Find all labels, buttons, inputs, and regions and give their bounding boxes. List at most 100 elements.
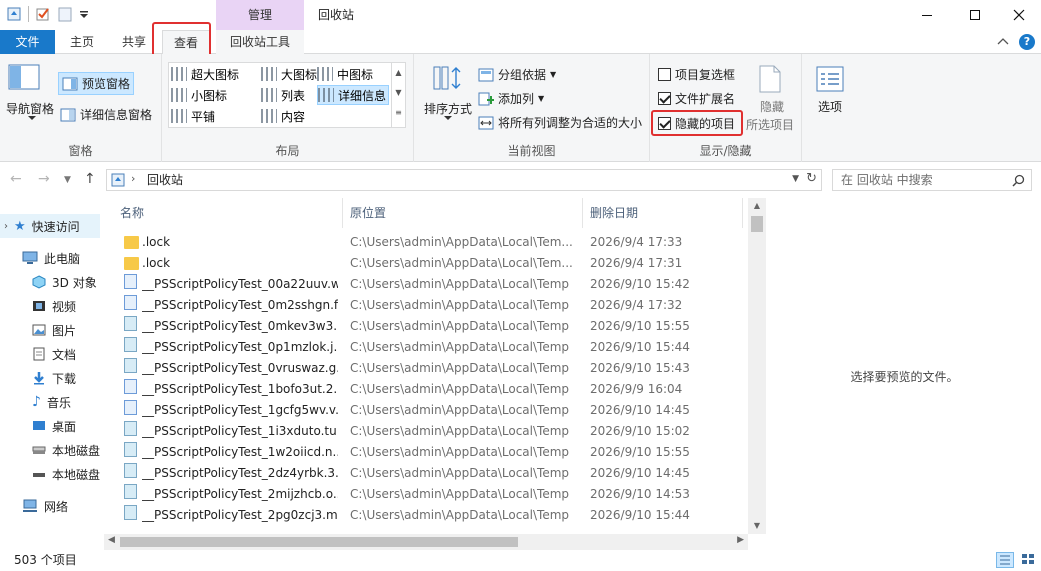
details-pane-button[interactable]: 详细信息窗格	[60, 106, 152, 123]
forward-arrow-icon[interactable]: →	[38, 171, 50, 187]
search-icon[interactable]	[1012, 174, 1025, 187]
file-extensions-checkbox[interactable]	[658, 92, 671, 105]
table-row[interactable]: .lock C:\Users\admin\AppData\Local\Tem...…	[104, 253, 749, 274]
sidebar-item-downloads[interactable]: 下载	[32, 366, 76, 390]
scroll-up-icon[interactable]: ▲	[748, 198, 766, 214]
minimize-button[interactable]	[904, 0, 950, 30]
sidebar-item-pictures[interactable]: 图片	[32, 318, 76, 342]
sidebar-item-music[interactable]: ♪ 音乐	[32, 390, 71, 414]
preview-pane-button[interactable]: 预览窗格	[58, 72, 135, 95]
tab-home[interactable]: 主页	[60, 30, 104, 54]
sidebar-item-network[interactable]: 网络	[22, 494, 68, 518]
table-row[interactable]: __PSScriptPolicyTest_0mkev3w3.... C:\User…	[104, 316, 749, 337]
table-row[interactable]: __PSScriptPolicyTest_00a22uuv.ws... C:\Us…	[104, 274, 749, 295]
add-column-button[interactable]: 添加列 ▼	[478, 90, 544, 107]
item-checkboxes-checkbox[interactable]	[658, 68, 671, 81]
sidebar-item-this-pc[interactable]: 此电脑	[22, 246, 80, 270]
nav-pane-dropdown-icon[interactable]	[28, 116, 36, 121]
horizontal-scrollbar[interactable]: ◀ ▶	[104, 534, 748, 550]
help-icon[interactable]: ?	[1019, 34, 1035, 50]
layout-large-icons[interactable]: 大图标	[261, 64, 317, 84]
recycle-bin-icon[interactable]	[6, 6, 22, 22]
layout-content[interactable]: 内容	[261, 106, 305, 126]
file-original-location: C:\Users\admin\AppData\Local\Temp	[350, 466, 570, 480]
file-deleted-date: 2026/9/10 15:55	[590, 445, 690, 459]
column-header-deleted-date[interactable]: 删除日期	[590, 198, 740, 228]
sidebar-item-3d-objects[interactable]: 3D 对象	[32, 270, 97, 294]
address-bar[interactable]: › 回收站 ▼ ↻	[106, 169, 822, 191]
breadcrumb-chevron-icon[interactable]: ›	[131, 172, 135, 185]
sort-by-icon[interactable]	[432, 64, 464, 92]
column-header-original-location[interactable]: 原位置	[350, 198, 578, 228]
table-row[interactable]: __PSScriptPolicyTest_0m2sshgn.f... C:\Use…	[104, 295, 749, 316]
address-dropdown-icon[interactable]: ▼	[792, 174, 799, 184]
layout-list[interactable]: 列表	[261, 85, 305, 105]
chevron-down-icon[interactable]: ▼	[392, 83, 405, 103]
collapse-ribbon-icon[interactable]	[997, 37, 1009, 47]
table-row[interactable]: __PSScriptPolicyTest_1gcfg5wv.v... C:\Use…	[104, 400, 749, 421]
layout-tiles[interactable]: 平铺	[171, 106, 215, 126]
scroll-right-icon[interactable]: ▶	[737, 535, 744, 545]
refresh-icon[interactable]: ↻	[806, 171, 817, 186]
options-label[interactable]: 选项	[808, 98, 852, 115]
table-row[interactable]: __PSScriptPolicyTest_1bofo3ut.2... C:\Use…	[104, 379, 749, 400]
table-row[interactable]: .lock C:\Users\admin\AppData\Local\Tem...…	[104, 232, 749, 253]
layout-extra-large-icons[interactable]: 超大图标	[171, 64, 239, 84]
layout-small-icons[interactable]: 小图标	[171, 85, 227, 105]
maximize-button[interactable]	[952, 0, 998, 30]
search-input[interactable]: 在 回收站 中搜索	[841, 170, 933, 190]
sort-by-label[interactable]: 排序方式	[418, 100, 478, 117]
options-icon[interactable]	[816, 66, 844, 92]
layout-details[interactable]: 详细信息	[317, 85, 390, 105]
tab-recycle-bin-tools[interactable]: 回收站工具	[216, 30, 304, 54]
vertical-scrollbar[interactable]: ▲ ▼	[748, 198, 766, 534]
group-by-button[interactable]: 分组依据 ▼	[478, 66, 556, 83]
new-folder-icon[interactable]	[57, 6, 73, 22]
expand-chevron-icon[interactable]: ›	[4, 221, 8, 232]
close-button[interactable]	[996, 0, 1041, 30]
column-divider[interactable]	[742, 198, 743, 228]
file-extensions-option[interactable]: 文件扩展名	[658, 90, 735, 107]
tab-file[interactable]: 文件	[0, 30, 55, 54]
chevron-up-icon[interactable]: ▲	[392, 63, 405, 83]
table-row[interactable]: __PSScriptPolicyTest_0p1mzlok.j... C:\Use…	[104, 337, 749, 358]
file-list: ⌃ 名称 原位置 删除日期 .lock C:\Users\admin\AppDat…	[104, 198, 768, 550]
breadcrumb[interactable]: 回收站	[147, 170, 183, 190]
sidebar-item-desktop[interactable]: 桌面	[32, 414, 76, 438]
nav-pane-button[interactable]	[8, 64, 40, 90]
layout-gallery-scroll[interactable]: ▲ ▼ ≡	[391, 63, 405, 127]
scroll-left-icon[interactable]: ◀	[108, 535, 115, 545]
sidebar-item-quick-access[interactable]: › ★ 快速访问	[0, 214, 100, 238]
sort-dropdown-icon[interactable]	[444, 116, 452, 121]
sidebar-item-videos[interactable]: 视频	[32, 294, 76, 318]
sidebar-item-local-disk-2[interactable]: 本地磁盘	[32, 462, 100, 486]
horizontal-scroll-thumb[interactable]	[120, 537, 518, 547]
column-header-name[interactable]: 名称	[120, 198, 340, 228]
fit-columns-button[interactable]: 将所有列调整为合适的大小	[478, 114, 642, 131]
properties-icon[interactable]	[35, 6, 51, 22]
up-arrow-icon[interactable]: ↑	[84, 171, 96, 187]
table-row[interactable]: __PSScriptPolicyTest_2dz4yrbk.3... C:\Use…	[104, 463, 749, 484]
layout-medium-icons[interactable]: 中图标	[317, 64, 373, 84]
table-row[interactable]: __PSScriptPolicyTest_0vruswaz.g... C:\Use…	[104, 358, 749, 379]
scroll-down-icon[interactable]: ▼	[748, 518, 766, 534]
customize-toolbar-icon[interactable]	[79, 6, 95, 22]
table-row[interactable]: __PSScriptPolicyTest_1i3xduto.tu... C:\Us…	[104, 421, 749, 442]
column-divider[interactable]	[342, 198, 343, 228]
details-view-button[interactable]	[996, 552, 1014, 568]
table-row[interactable]: __PSScriptPolicyTest_1w2oiicd.n... C:\Use…	[104, 442, 749, 463]
back-arrow-icon[interactable]: ←	[10, 171, 22, 187]
table-row[interactable]: __PSScriptPolicyTest_2pg0zcj3.m... C:\Use…	[104, 505, 749, 526]
item-checkboxes-option[interactable]: 项目复选框	[658, 66, 735, 83]
large-icons-view-button[interactable]	[1020, 552, 1038, 568]
tab-share[interactable]: 共享	[112, 30, 156, 54]
sidebar-item-documents[interactable]: 文档	[32, 342, 76, 366]
table-row[interactable]: __PSScriptPolicyTest_2mijzhcb.o... C:\Use…	[104, 484, 749, 505]
recent-locations-icon[interactable]: ▼	[64, 175, 71, 185]
gallery-more-icon[interactable]: ≡	[392, 103, 405, 123]
hide-selected-icon[interactable]	[758, 64, 782, 94]
column-divider[interactable]	[582, 198, 583, 228]
sidebar-item-local-disk-1[interactable]: 本地磁盘	[32, 438, 100, 462]
search-box[interactable]: 在 回收站 中搜索	[832, 169, 1032, 191]
vertical-scroll-thumb[interactable]	[751, 216, 763, 232]
